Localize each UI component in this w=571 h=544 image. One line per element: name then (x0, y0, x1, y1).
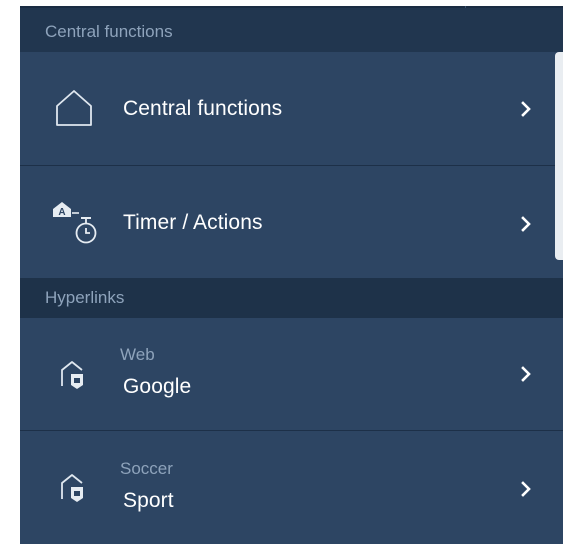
row-hyperlink-google[interactable]: Web Google (20, 318, 563, 431)
chevron-right-icon (521, 101, 531, 117)
chevron-right-icon (521, 216, 531, 232)
row-label: Central functions (123, 97, 283, 120)
row-sublabel: Web (120, 345, 155, 364)
menu-panel: Central functions Central functions A Ti… (20, 6, 563, 544)
hyperlink-house-icon (61, 361, 83, 389)
section-header-central-functions: Central functions (20, 8, 563, 52)
home-outline-icon (56, 90, 92, 126)
row-label: Timer / Actions (123, 211, 263, 234)
row-central-functions[interactable]: Central functions (20, 52, 563, 166)
timer-actions-icon: A (53, 202, 97, 244)
hyperlink-house-icon (61, 474, 83, 502)
chevron-right-icon (521, 481, 531, 497)
chevron-right-icon (521, 366, 531, 382)
row-hyperlink-sport[interactable]: Soccer Sport (20, 431, 563, 544)
section-header-label: Hyperlinks (45, 288, 125, 307)
row-label: Sport (123, 489, 174, 512)
section-header-hyperlinks: Hyperlinks (20, 278, 563, 318)
section-header-label: Central functions (45, 22, 173, 41)
row-label: Google (123, 375, 192, 398)
row-sublabel: Soccer (120, 459, 173, 478)
svg-text:A: A (58, 207, 65, 218)
row-timer-actions[interactable]: A Timer / Actions (20, 166, 563, 278)
vertical-scrollbar[interactable] (555, 52, 563, 260)
